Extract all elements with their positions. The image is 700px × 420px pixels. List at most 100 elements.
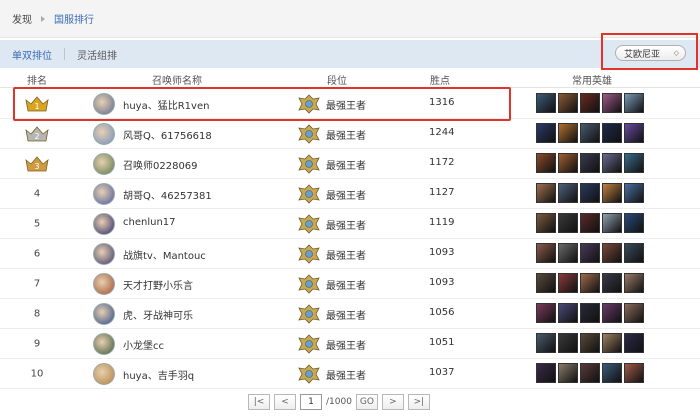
table-row[interactable]: 9 小龙堡cc 最强王者 1051 <box>0 329 700 359</box>
hero-portrait-icon[interactable] <box>624 303 644 323</box>
hero-portrait-icon[interactable] <box>536 243 556 263</box>
first-page-button[interactable]: |< <box>248 394 270 410</box>
table-row[interactable]: 2 风哥Q、61756618 最强王者 1244 <box>0 119 700 149</box>
tier-label: 最强王者 <box>326 251 366 262</box>
summoner-name[interactable]: 胡哥Q、46257381 <box>123 187 212 202</box>
table-row[interactable]: 10 huya、吉手羽q 最强王者 1037 <box>0 359 700 389</box>
hero-portrait-icon[interactable] <box>602 243 622 263</box>
summoner-name[interactable]: huya、猛比R1ven <box>123 97 209 112</box>
summoner-name[interactable]: 风哥Q、61756618 <box>123 127 212 142</box>
table-row[interactable]: 3 召唤师0228069 最强王者 1172 <box>0 149 700 179</box>
hero-portrait-icon[interactable] <box>536 123 556 143</box>
hero-portrait-icon[interactable] <box>536 303 556 323</box>
prev-page-button[interactable]: < <box>274 394 296 410</box>
hero-portrait-icon[interactable] <box>624 363 644 383</box>
table-row[interactable]: 7 天才打野小乐言 最强王者 1093 <box>0 269 700 299</box>
avatar[interactable] <box>93 333 115 355</box>
table-row[interactable]: 1 huya、猛比R1ven 最强王者 1316 <box>0 89 700 119</box>
hero-portrait-icon[interactable] <box>580 273 600 293</box>
tab-flex[interactable]: 灵活组排 <box>77 47 117 62</box>
summoner-name[interactable]: huya、吉手羽q <box>123 367 194 382</box>
avatar[interactable] <box>93 153 115 175</box>
breadcrumb-root-link[interactable]: 发现 <box>12 11 32 26</box>
hero-portrait-icon[interactable] <box>602 333 622 353</box>
page-number-input[interactable] <box>300 394 322 410</box>
hero-portrait-icon[interactable] <box>580 243 600 263</box>
avatar[interactable] <box>93 93 115 115</box>
table-row[interactable]: 5 chenlun17 最强王者 1119 <box>0 209 700 239</box>
hero-portrait-icon[interactable] <box>580 183 600 203</box>
hero-portrait-icon[interactable] <box>602 303 622 323</box>
table-row[interactable]: 8 虎、牙战神可乐 最强王者 1056 <box>0 299 700 329</box>
hero-portrait-icon[interactable] <box>558 213 578 233</box>
league-points: 1119 <box>429 217 455 228</box>
hero-portrait-icon[interactable] <box>602 153 622 173</box>
hero-portrait-icon[interactable] <box>624 273 644 293</box>
hero-portrait-icon[interactable] <box>580 303 600 323</box>
hero-portrait-icon[interactable] <box>558 363 578 383</box>
hero-portrait-icon[interactable] <box>558 123 578 143</box>
hero-portrait-icon[interactable] <box>558 153 578 173</box>
league-points: 1244 <box>429 127 455 138</box>
hero-portrait-icon[interactable] <box>580 213 600 233</box>
hero-portrait-icon[interactable] <box>624 153 644 173</box>
avatar[interactable] <box>93 363 115 385</box>
hero-portrait-icon[interactable] <box>580 93 600 113</box>
breadcrumb-separator-icon <box>41 15 45 22</box>
avatar[interactable] <box>93 243 115 265</box>
hero-portrait-icon[interactable] <box>602 183 622 203</box>
hero-portrait-icon[interactable] <box>558 93 578 113</box>
hero-portrait-icon[interactable] <box>624 93 644 113</box>
hero-portrait-icon[interactable] <box>536 363 556 383</box>
hero-portrait-icon[interactable] <box>558 243 578 263</box>
summoner-name[interactable]: 天才打野小乐言 <box>123 277 193 292</box>
avatar[interactable] <box>93 213 115 235</box>
hero-portrait-icon[interactable] <box>536 273 556 293</box>
go-button[interactable]: GO <box>355 394 378 410</box>
hero-portrait-icon[interactable] <box>580 363 600 383</box>
table-row[interactable]: 4 胡哥Q、46257381 最强王者 1127 <box>0 179 700 209</box>
hero-portrait-icon[interactable] <box>602 213 622 233</box>
hero-portrait-icon[interactable] <box>536 153 556 173</box>
hero-portrait-icon[interactable] <box>624 213 644 233</box>
hero-portrait-icon[interactable] <box>602 273 622 293</box>
server-select[interactable]: 艾欧尼亚 ◇ <box>615 45 686 61</box>
last-page-button[interactable]: >| <box>407 394 430 410</box>
table-row[interactable]: 6 战旗tv、Mantouc 最强王者 1093 <box>0 239 700 269</box>
hero-portrait-icon[interactable] <box>580 123 600 143</box>
hero-portrait-icon[interactable] <box>624 123 644 143</box>
hero-portrait-icon[interactable] <box>536 183 556 203</box>
hero-portrait-icon[interactable] <box>558 303 578 323</box>
hero-portrait-icon[interactable] <box>536 213 556 233</box>
avatar[interactable] <box>93 183 115 205</box>
hero-portrait-icon[interactable] <box>536 333 556 353</box>
hero-portrait-icon[interactable] <box>580 153 600 173</box>
hero-portrait-icon[interactable] <box>624 333 644 353</box>
summoner-name[interactable]: 虎、牙战神可乐 <box>123 307 193 322</box>
avatar[interactable] <box>93 273 115 295</box>
next-page-button[interactable]: > <box>381 394 404 410</box>
hero-portrait-icon[interactable] <box>558 183 578 203</box>
tab-divider <box>64 48 65 60</box>
summoner-name[interactable]: 召唤师0228069 <box>123 157 198 172</box>
avatar[interactable] <box>93 123 115 145</box>
summoner-name[interactable]: chenlun17 <box>123 217 176 228</box>
challenger-tier-icon <box>298 184 320 204</box>
hero-portrait-icon[interactable] <box>624 183 644 203</box>
hero-portrait-icon[interactable] <box>602 363 622 383</box>
tab-solo-duo[interactable]: 单双排位 <box>12 47 52 62</box>
hero-portrait-icon[interactable] <box>624 243 644 263</box>
hero-portrait-icon[interactable] <box>558 273 578 293</box>
league-points: 1316 <box>429 97 455 108</box>
summoner-name[interactable]: 小龙堡cc <box>123 337 164 352</box>
summoner-name[interactable]: 战旗tv、Mantouc <box>123 247 206 262</box>
hero-portrait-icon[interactable] <box>580 333 600 353</box>
column-header-heroes: 常用英雄 <box>572 76 612 87</box>
avatar[interactable] <box>93 303 115 325</box>
hero-portrait-icon[interactable] <box>602 93 622 113</box>
challenger-tier-icon <box>298 124 320 144</box>
queue-tabbar: 单双排位 灵活组排 <box>0 40 700 68</box>
hero-portrait-icon[interactable] <box>558 333 578 353</box>
hero-portrait-icon[interactable] <box>536 93 556 113</box>
hero-portrait-icon[interactable] <box>602 123 622 143</box>
